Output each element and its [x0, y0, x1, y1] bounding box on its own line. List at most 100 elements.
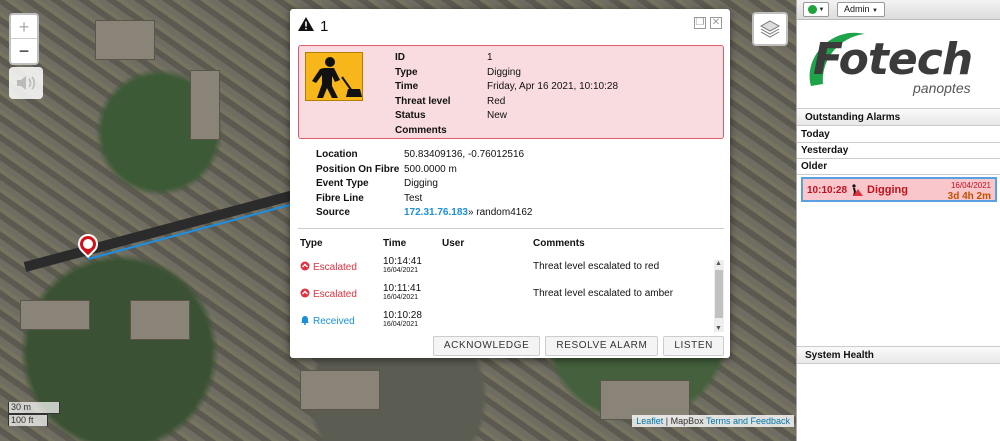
alarm-marker[interactable] — [73, 229, 103, 260]
detail-key: Event Type — [316, 178, 369, 189]
alarm-type: Digging — [867, 184, 908, 196]
history-type-label: Received — [313, 316, 355, 327]
source-suffix: » random4162 — [467, 207, 533, 218]
leaflet-link[interactable]: Leaflet — [636, 416, 663, 426]
history-row[interactable]: Escalated 10:14:41 16/04/2021 Threat level … — [298, 253, 724, 280]
history-time: 10:10:28 16/04/2021 — [383, 307, 442, 328]
system-health-title[interactable]: System Health — [797, 346, 1000, 364]
close-icon[interactable]: ✕ — [710, 17, 722, 29]
system-status-button[interactable]: ▼ — [803, 2, 829, 17]
history-col-time: Time — [383, 238, 407, 249]
history-scrollbar[interactable]: ▲ ▼ — [714, 260, 724, 332]
terms-link[interactable]: Terms and Feedback — [706, 416, 790, 426]
history-type: Escalated — [300, 253, 383, 274]
outstanding-alarms-title[interactable]: Outstanding Alarms — [797, 108, 1000, 126]
history-row[interactable]: Received 10:10:28 16/04/2021 — [298, 307, 724, 333]
group-today[interactable]: Today — [797, 127, 1000, 143]
detail-row: Status New — [395, 110, 618, 125]
detail-key: Comments — [395, 124, 447, 136]
admin-menu-button[interactable]: Admin ▼ — [837, 2, 885, 17]
logo-subtitle: panoptes — [913, 80, 971, 96]
building — [130, 300, 190, 340]
history-type-label: Escalated — [313, 262, 357, 273]
resolve-alarm-button[interactable]: RESOLVE ALARM — [545, 336, 659, 356]
detail-row: ID 1 — [395, 52, 618, 67]
logo-text: Fotech — [813, 34, 973, 85]
history-header: Type Time User Comments — [300, 238, 720, 249]
detail-key: Time — [395, 81, 419, 92]
escalate-icon — [300, 288, 310, 301]
history-list[interactable]: Escalated 10:14:41 16/04/2021 Threat level … — [298, 253, 724, 333]
detail-key: Fibre Line — [316, 192, 364, 204]
zoom-out-button[interactable]: − — [11, 39, 37, 63]
zoom-control: + − — [9, 13, 39, 65]
top-bar: ▼ Admin ▼ — [797, 0, 1000, 20]
detail-key: ID — [395, 52, 405, 63]
history-time-value: 10:14:41 — [383, 256, 422, 267]
detail-row: Time Friday, Apr 16 2021, 10:10:28 — [395, 81, 618, 96]
detail-key: Type — [395, 66, 418, 78]
scale-metric: 30 m — [8, 402, 60, 414]
detail-value: Digging — [404, 178, 438, 189]
attribution-text: | MapBox — [663, 416, 706, 426]
admin-label: Admin — [844, 4, 870, 14]
building — [190, 70, 220, 140]
detail-value: Test — [404, 192, 423, 204]
warning-icon — [298, 17, 314, 35]
popup-header: 1 — [290, 9, 730, 43]
speaker-icon[interactable] — [9, 67, 43, 99]
detail-value: 1 — [487, 52, 493, 63]
history-time-value: 10:11:41 — [383, 283, 422, 294]
history-time: 10:11:41 16/04/2021 — [383, 280, 442, 301]
alarm-time: 10:10:28 — [807, 185, 848, 196]
history-col-comments: Comments — [533, 238, 585, 249]
source-row: Source 172.31.76.183» random4162 — [316, 207, 532, 222]
history-comment — [533, 307, 713, 315]
group-yesterday[interactable]: Yesterday — [797, 143, 1000, 159]
alarm-list-item[interactable]: 10:10:28 Digging 16/04/2021 3d 4h 2m — [801, 177, 997, 202]
map-scale: 30 m 100 ft — [8, 402, 60, 426]
group-older[interactable]: Older — [797, 159, 1000, 175]
road — [23, 187, 307, 272]
acknowledge-button[interactable]: ACKNOWLEDGE — [432, 336, 541, 356]
alarm-date: 16/04/2021 — [950, 181, 991, 190]
history-time-value: 10:10:28 — [383, 310, 422, 321]
detail-row: Comments — [395, 125, 618, 140]
history-date-value: 16/04/2021 — [383, 294, 419, 301]
history-type: Received — [300, 307, 383, 328]
detail-row: Location 50.83409136, -0.76012516 — [316, 149, 532, 164]
detail-value: 500.0000 m — [404, 163, 457, 175]
building — [95, 20, 155, 60]
history-type: Escalated — [300, 280, 383, 301]
history-row[interactable]: Escalated 10:11:41 16/04/2021 Threat level … — [298, 280, 724, 307]
caret-down-icon: ▼ — [818, 6, 825, 13]
detail-key: Threat level — [395, 95, 451, 107]
layers-icon[interactable] — [752, 12, 788, 46]
history-comment: Threat level escalated to red — [533, 261, 660, 272]
digging-icon — [305, 52, 363, 101]
alarm-summary: ID 1 Type Digging Time Friday, Apr 16 2021, 1… — [298, 45, 724, 139]
alarm-age: 3d 4h 2m — [947, 191, 991, 202]
alarm-popup: 1 ❐ ✕ ID 1 Type Digging Time Friday, Apr 16 2… — [290, 9, 730, 358]
detail-row: Position On Fibre 500.0000 m — [316, 164, 532, 179]
history-type-label: Escalated — [313, 289, 357, 300]
detail-value: Digging — [487, 66, 521, 78]
history-date-value: 16/04/2021 — [383, 267, 419, 274]
detail-key: Status — [395, 110, 426, 121]
side-panel: ▼ Admin ▼ Fotech panoptes Outstanding Al… — [796, 0, 1000, 441]
detail-value: 50.83409136, -0.76012516 — [404, 149, 525, 160]
popout-icon[interactable]: ❐ — [694, 17, 706, 29]
detail-key: Source — [316, 207, 350, 218]
fibre-line[interactable] — [87, 203, 292, 260]
bell-icon — [300, 315, 310, 328]
detail-row: Type Digging — [395, 67, 618, 82]
detail-key: Location — [316, 149, 358, 160]
listen-button[interactable]: LISTEN — [663, 336, 724, 356]
zoom-in-button[interactable]: + — [11, 15, 37, 39]
source-link[interactable]: 172.31.76.183 — [404, 207, 468, 222]
detail-row: Fibre Line Test — [316, 193, 532, 208]
detail-key: Position On Fibre — [316, 163, 400, 175]
digging-warning-icon — [850, 184, 864, 199]
scale-imperial: 100 ft — [8, 414, 48, 426]
history-col-user: User — [442, 238, 465, 249]
